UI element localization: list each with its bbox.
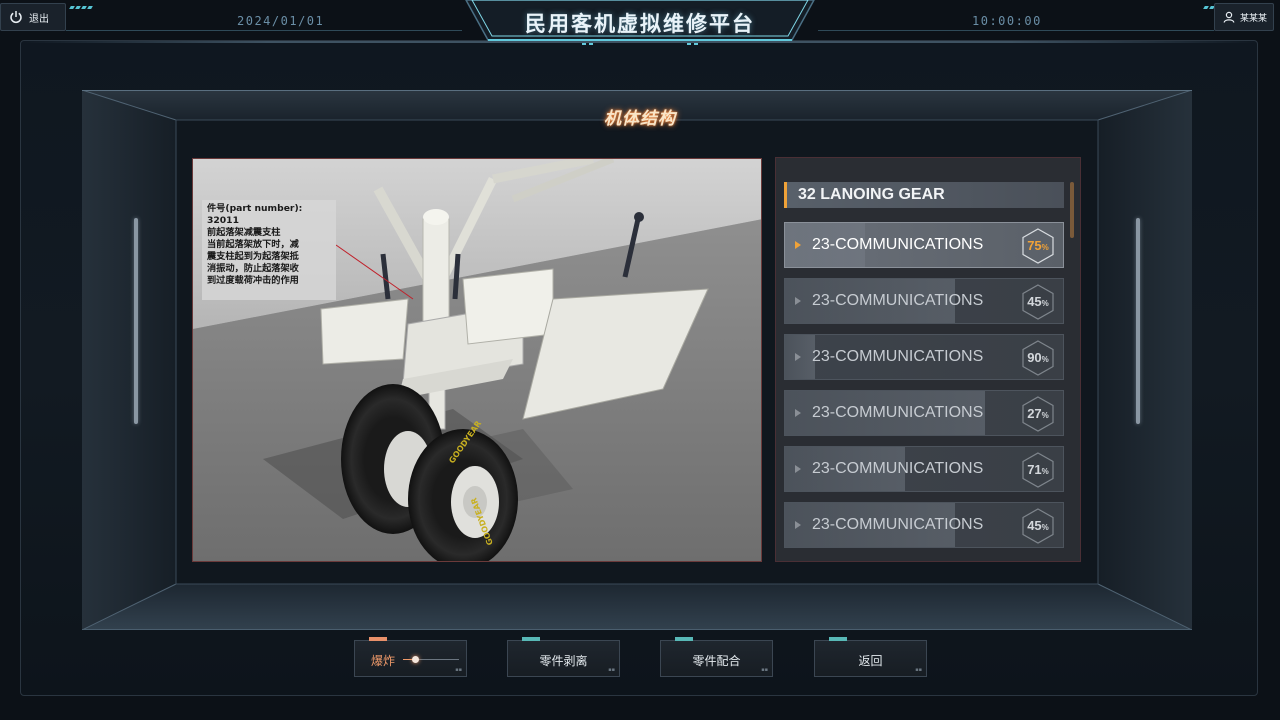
panel-scrollbar[interactable] [1070, 182, 1074, 238]
back-button[interactable]: 返回 ▪▪ [814, 637, 927, 677]
percent-unit: % [1041, 467, 1049, 476]
percent-unit: % [1041, 299, 1049, 308]
component-item[interactable]: 23-COMMUNICATIONS 90% [784, 334, 1064, 380]
part-number-label: 件号(part number): [207, 203, 303, 214]
component-item[interactable]: 23-COMMUNICATIONS 45% [784, 502, 1064, 548]
back-label: 返回 [858, 654, 883, 668]
component-name: 23-COMMUNICATIONS [812, 236, 984, 253]
progress-percent: 45 [1027, 518, 1042, 533]
component-item[interactable]: 23-COMMUNICATIONS 71% [784, 446, 1064, 492]
progress-percent: 45 [1027, 294, 1042, 309]
explode-slider-handle[interactable] [412, 656, 419, 663]
arrow-right-icon [795, 521, 801, 529]
part-description: 消振动，防止起落架收 [207, 263, 299, 274]
app-title: 民用客机虚拟维修平台 [525, 12, 755, 36]
user-button[interactable]: 某某某 [1214, 3, 1274, 31]
progress-percent: 90 [1027, 350, 1042, 365]
divider-line [818, 30, 1214, 31]
wall-slot-left [134, 218, 138, 424]
user-icon [1223, 11, 1235, 23]
part-strip-label: 零件剥离 [539, 654, 588, 668]
component-name: 23-COMMUNICATIONS [812, 348, 984, 365]
arrow-right-icon [795, 241, 801, 249]
component-name: 23-COMMUNICATIONS [812, 292, 984, 309]
part-description: 震支柱起到为起落架抵 [207, 251, 299, 262]
percent-unit: % [1041, 355, 1049, 364]
component-name: 23-COMMUNICATIONS [812, 516, 984, 533]
component-item[interactable]: 23-COMMUNICATIONS 27% [784, 390, 1064, 436]
progress-hex: 27% [1019, 395, 1057, 433]
progress-hex: 75% [1019, 227, 1057, 265]
part-assemble-label: 零件配合 [692, 654, 741, 668]
part-description: 当前起落架放下时，减 [207, 239, 299, 250]
progress-hex: 45% [1019, 283, 1057, 321]
exit-label: 退出 [29, 13, 49, 25]
arrow-right-icon [795, 353, 801, 361]
part-name: 前起落架减震支柱 [207, 227, 281, 238]
progress-percent: 75 [1027, 238, 1042, 253]
explode-button[interactable]: 爆炸 ▪▪ [354, 637, 467, 677]
component-item[interactable]: 23-COMMUNICATIONS 75% [784, 222, 1064, 268]
arrow-right-icon [795, 409, 801, 417]
progress-percent: 71 [1027, 462, 1042, 477]
progress-hex: 45% [1019, 507, 1057, 545]
power-icon [10, 11, 22, 24]
part-annotation: 件号(part number): 32011 前起落架减震支柱 当前起落架放下时… [202, 200, 336, 300]
part-description: 到过度载荷冲击的作用 [207, 275, 299, 286]
percent-unit: % [1041, 243, 1049, 252]
component-item[interactable]: 23-COMMUNICATIONS 45% [784, 278, 1064, 324]
progress-hex: 71% [1019, 451, 1057, 489]
time-display: 10:00:00 [972, 14, 1042, 28]
part-assemble-button[interactable]: 零件配合 ▪▪ [660, 637, 773, 677]
exit-button[interactable]: 退出 [0, 3, 66, 31]
part-strip-button[interactable]: 零件剥离 ▪▪ [507, 637, 620, 677]
component-name: 23-COMMUNICATIONS [812, 460, 984, 477]
section-title: 机体结构 [604, 109, 676, 129]
title-plate: 民用客机虚拟维修平台 [462, 0, 818, 50]
divider-line [66, 30, 462, 31]
date-display: 2024/01/01 [237, 14, 325, 28]
progress-percent: 27 [1027, 406, 1042, 421]
explode-label: 爆炸 [371, 654, 396, 668]
percent-unit: % [1041, 523, 1049, 532]
progress-hex: 90% [1019, 339, 1057, 377]
panel-header: 32 LANOING GEAR [784, 182, 1064, 208]
arrow-right-icon [795, 297, 801, 305]
wall-slot-right [1136, 218, 1140, 424]
arrow-right-icon [795, 465, 801, 473]
component-name: 23-COMMUNICATIONS [812, 404, 984, 421]
percent-unit: % [1041, 411, 1049, 420]
deco-stripes-left [69, 6, 93, 9]
user-name: 某某某 [1240, 13, 1268, 24]
top-bar: 退出 2024/01/01 民用客机虚拟维修平台 10:00:00 某某某 [0, 0, 1280, 45]
part-number-value: 32011 [207, 215, 239, 226]
